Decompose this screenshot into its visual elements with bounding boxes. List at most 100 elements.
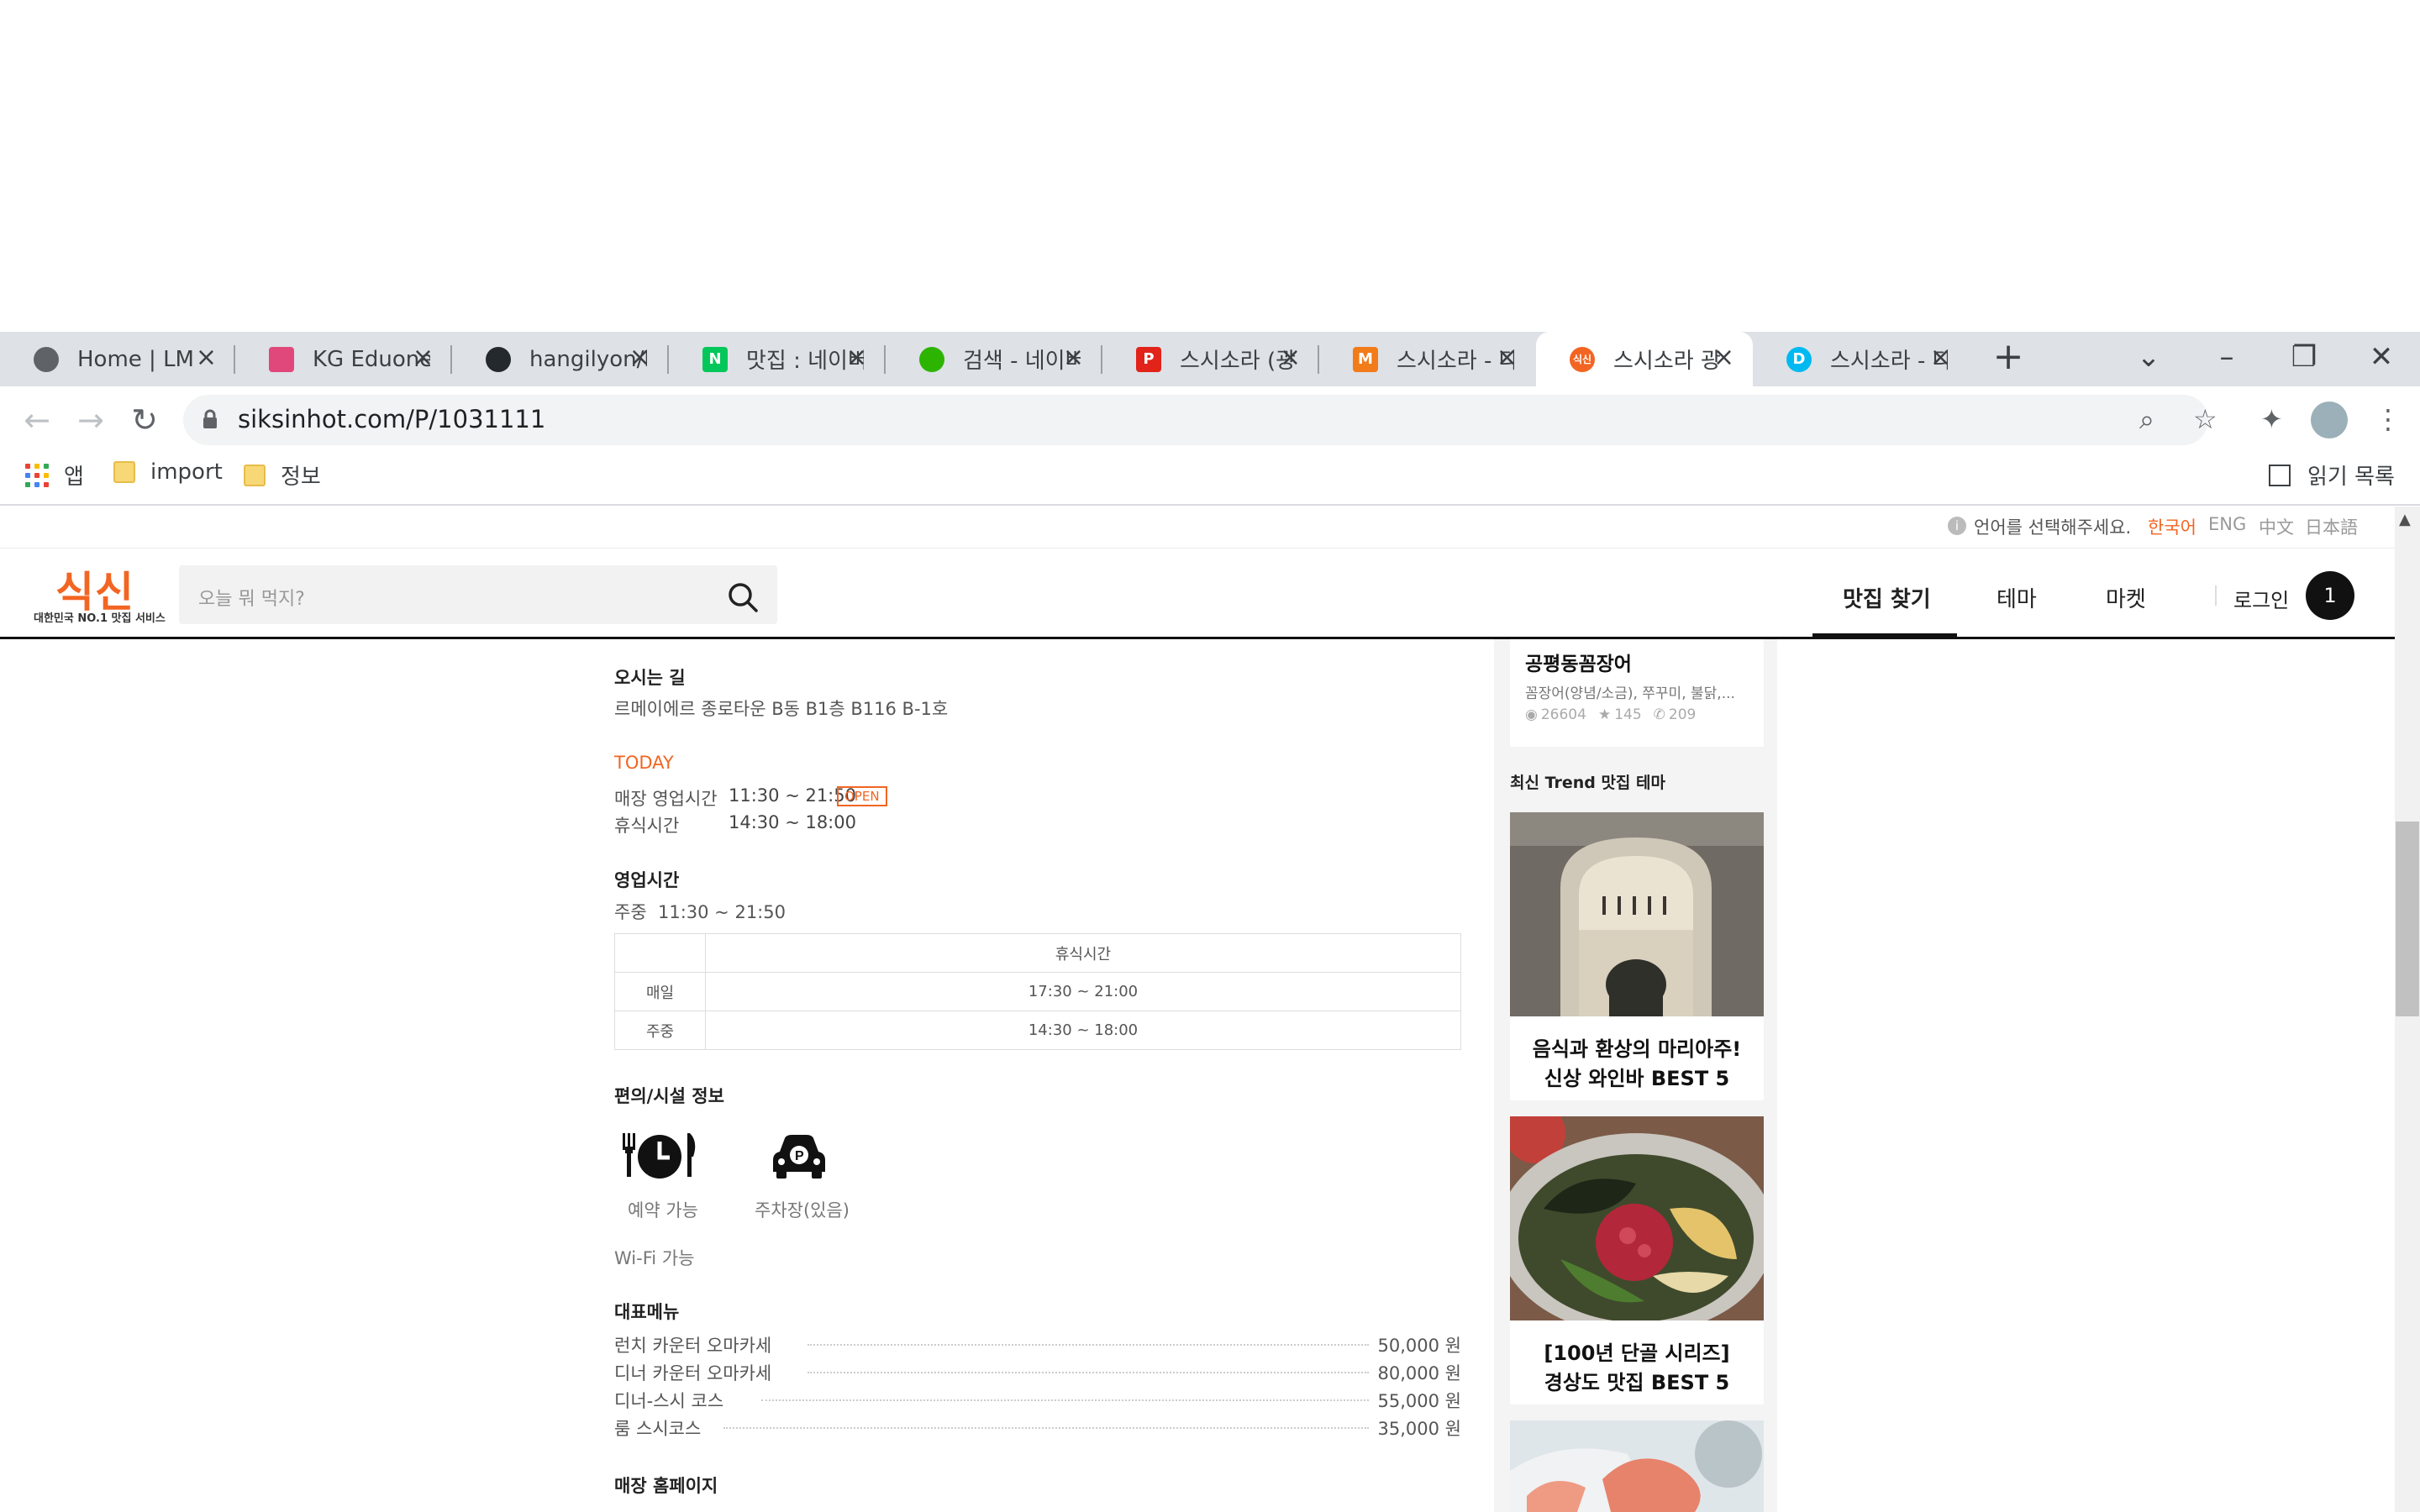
theme-card[interactable]: 음식과 환상의 마리아주! 신상 와인바 BEST 5 [1510, 812, 1764, 1100]
profile-avatar[interactable] [2311, 402, 2348, 438]
language-prompt: 언어를 선택해주세요. [1974, 517, 2132, 538]
close-icon[interactable]: × [1930, 345, 1951, 370]
bookmark-label: 정보 [281, 465, 321, 490]
call-count: 209 [1668, 706, 1697, 723]
tab-sushisora-1[interactable]: P 스시소라 (광 × [1102, 332, 1319, 386]
tab-sushisora-2[interactable]: M 스시소라 - 다 × [1319, 332, 1536, 386]
tab-sushisora-3[interactable]: D 스시소라 - 다 × [1753, 332, 1970, 386]
site-header: 식신 대한민국 NO.1 맛집 서비스 오늘 뭐 먹지? 맛집 찾기 테마 마켓… [0, 549, 2395, 639]
lang-english[interactable]: ENG [2208, 514, 2246, 534]
cart-badge[interactable]: 1 [2306, 571, 2354, 620]
break-time-table: 휴식시간 매일 17:30 ~ 21:00 주중 14:30 ~ 18:00 [614, 933, 1461, 1050]
close-icon[interactable]: × [1063, 345, 1084, 370]
close-icon[interactable]: × [629, 345, 650, 370]
login-link[interactable]: 로그인 [2233, 584, 2289, 613]
menu-leader [808, 1344, 1369, 1346]
close-window-button[interactable]: ✕ [2356, 340, 2407, 374]
siksin-icon: 식신 [1570, 346, 1595, 372]
sushi-image [1510, 1420, 1764, 1512]
bookmarks-bar [0, 454, 2420, 506]
close-icon[interactable]: × [413, 345, 434, 370]
tab-naver-matjip[interactable]: N 맛집 : 네이버 × [669, 332, 886, 386]
card-restaurant-desc: 꼼장어(양념/소금), 쭈꾸미, 불닭,... [1525, 685, 1735, 702]
close-icon[interactable]: × [196, 345, 217, 370]
theme-card[interactable]: [100년 단골 시리즈] 경상도 맛집 BEST 5 [1510, 1116, 1764, 1404]
theme-card-image [1510, 812, 1764, 1016]
tab-github[interactable]: hangilyon/b × [452, 332, 669, 386]
bookmark-label: import [150, 459, 223, 485]
theme-card-line1: [100년 단골 시리즈] [1544, 1341, 1730, 1365]
hours-title: 영업시간 [614, 870, 680, 890]
trend-theme-title: 최신 Trend 맛집 테마 [1510, 774, 1665, 792]
table-cell-time: 14:30 ~ 18:00 [705, 1011, 1461, 1050]
close-icon[interactable]: × [1280, 345, 1301, 370]
tab-naver-search[interactable]: 검색 - 네이버 × [886, 332, 1102, 386]
directions-title: 오시는 길 [614, 668, 686, 688]
reading-list-label: 읽기 목록 [2307, 465, 2395, 490]
today-break-label: 휴식시간 [614, 816, 680, 836]
reading-list[interactable]: 읽기 목록 [2269, 459, 2395, 491]
today-label: TODAY [614, 753, 674, 773]
folder-icon [244, 464, 266, 486]
theme-card-line1: 음식과 환상의 마리아주! [1532, 1037, 1742, 1061]
tab-home-lms[interactable]: Home | LMS × [0, 332, 235, 386]
phone-icon: ✆ [1653, 706, 1665, 723]
p-icon: P [1136, 346, 1161, 372]
theme-card[interactable] [1510, 1420, 1764, 1512]
language-bar: i 언어를 선택해주세요. 한국어 ENG 中文 日本語 [0, 507, 2395, 549]
scrollbar-thumb[interactable] [2396, 822, 2419, 1016]
url-text[interactable]: siksinhot.com/P/1031111 [238, 405, 545, 433]
bookmark-star-icon[interactable]: ☆ [2193, 403, 2217, 435]
close-icon[interactable]: × [1497, 345, 1518, 370]
lang-chinese[interactable]: 中文 [2259, 514, 2294, 539]
homepage-title: 매장 홈페이지 [614, 1476, 718, 1496]
directions-address: 르메이에르 종로타운 B동 B1층 B116 B-1호 [614, 699, 949, 719]
github-icon [486, 346, 511, 372]
minimize-button[interactable]: – [2202, 340, 2252, 374]
menu-price: 55,000 원 [1377, 1391, 1461, 1411]
forward-button[interactable]: → [72, 403, 109, 437]
bookmark-info[interactable]: 정보 [244, 459, 321, 491]
d-icon: D [1786, 346, 1812, 372]
zoom-icon[interactable]: ⌕ [2139, 403, 2154, 436]
back-button[interactable]: ← [18, 403, 55, 437]
tab-search-chevron-icon[interactable]: ⌄ [2123, 340, 2174, 374]
lock-icon[interactable] [202, 409, 218, 429]
eye-icon: ◉ [1525, 706, 1538, 723]
restore-button[interactable]: ❐ [2279, 340, 2329, 374]
lang-korean[interactable]: 한국어 [2148, 514, 2196, 539]
extensions-icon[interactable]: ✦ [2260, 403, 2283, 435]
reading-list-icon [2269, 464, 2291, 486]
close-icon[interactable]: × [1713, 345, 1734, 370]
reload-button[interactable]: ↻ [126, 403, 163, 437]
card-restaurant-name: 공평동꼼장어 [1525, 654, 1632, 675]
svg-text:P: P [795, 1149, 804, 1163]
menu-leader [723, 1427, 1369, 1429]
tab-sushisora-active[interactable]: 식신 스시소라 광 × [1536, 332, 1753, 386]
info-icon: i [1948, 517, 1966, 535]
theme-card-line2: 신상 와인바 BEST 5 [1544, 1067, 1730, 1090]
close-icon[interactable]: × [846, 345, 867, 370]
more-menu-icon[interactable]: ⋮ [2375, 403, 2402, 435]
search-icon[interactable] [726, 580, 760, 614]
nav-market[interactable]: 마켓 [2106, 582, 2146, 613]
nav-theme[interactable]: 테마 [1996, 582, 2037, 613]
star-count: 145 [1614, 706, 1642, 723]
tab-kg-eduone[interactable]: KG Eduone × [235, 332, 452, 386]
today-hours-label: 매장 영업시간 [614, 789, 718, 809]
restaurant-card[interactable]: 공평동꼼장어 꼼장어(양념/소금), 쭈꾸미, 불닭,... ◉ 26604 ★ 1… [1510, 639, 1764, 747]
bookmark-import[interactable]: import [113, 459, 223, 485]
wifi-info: Wi-Fi 가능 [614, 1248, 695, 1268]
lang-japanese[interactable]: 日本語 [2305, 514, 2358, 539]
table-header: 휴식시간 [705, 933, 1461, 973]
logo-tagline: 대한민국 NO.1 맛집 서비스 [34, 612, 166, 625]
table-cell-day: 주중 [614, 1011, 706, 1050]
menu-leader [761, 1399, 1369, 1401]
scroll-up-arrow-icon[interactable]: ▲ [2399, 511, 2411, 528]
nav-matjip-find[interactable]: 맛집 찾기 [1843, 582, 1931, 613]
new-tab-button[interactable]: + [1987, 336, 2029, 378]
search-input[interactable]: 오늘 뭐 먹지? [198, 584, 305, 611]
menu-name: 디너-스시 코스 [614, 1391, 724, 1411]
reservation-icon [623, 1133, 696, 1179]
bookmark-apps[interactable]: 앱 [25, 459, 84, 491]
